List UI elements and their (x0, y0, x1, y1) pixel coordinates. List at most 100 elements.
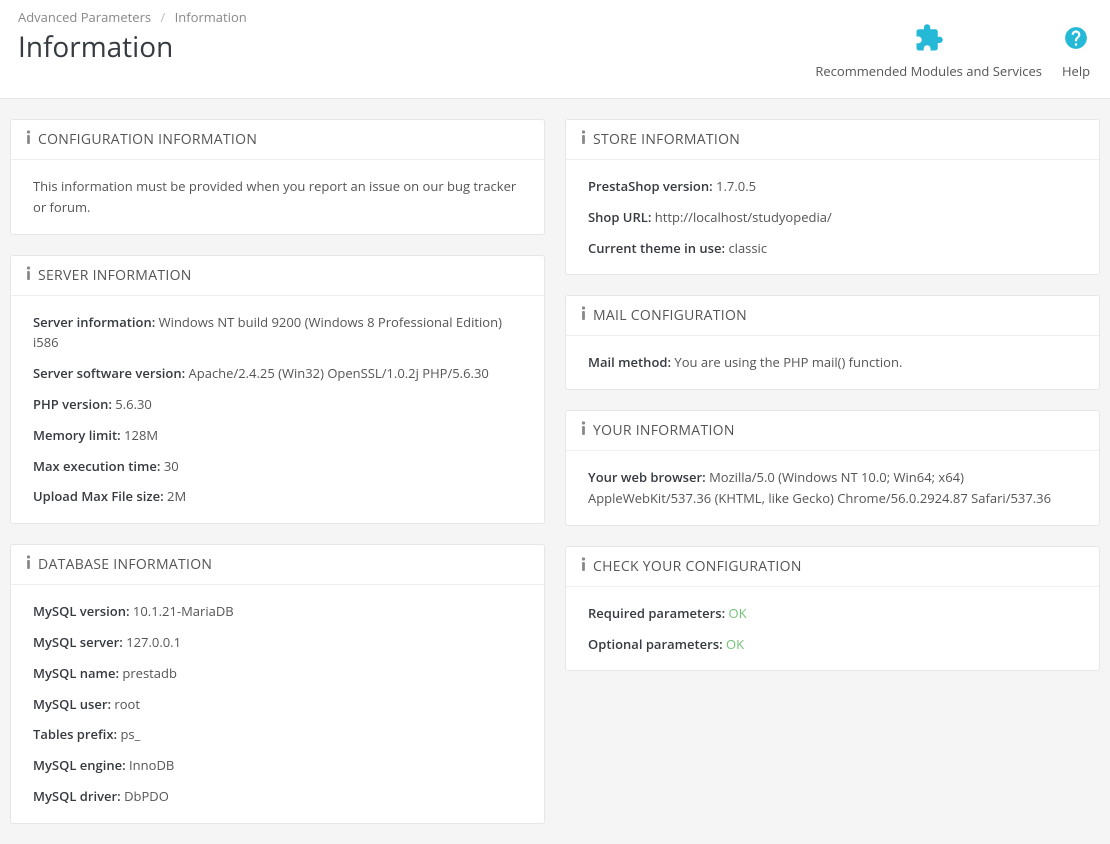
panel-title: MAIL CONFIGURATION (593, 306, 747, 325)
info-row: MySQL name: prestadb (33, 663, 522, 684)
header-actions: Recommended Modules and Services Help (815, 8, 1092, 80)
info-row: Mail method: You are using the PHP mail(… (588, 352, 1077, 373)
info-row: Your web browser: Mozilla/5.0 (Windows N… (588, 467, 1077, 509)
panel-title: CHECK YOUR CONFIGURATION (593, 557, 802, 576)
info-row: Server information: Windows NT build 920… (33, 312, 522, 354)
info-label: Shop URL: (588, 208, 651, 226)
info-icon (25, 555, 32, 574)
info-row: Max execution time: 30 (33, 456, 522, 477)
panel-heading: CONFIGURATION INFORMATION (11, 120, 544, 160)
info-label: MySQL engine: (33, 756, 126, 774)
info-label: Memory limit: (33, 426, 121, 444)
info-label: MySQL name: (33, 664, 119, 682)
panel-body: Required parameters: OK Optional paramete… (566, 587, 1099, 671)
right-column: STORE INFORMATION PrestaShop version: 1.… (565, 119, 1100, 671)
info-row: Shop URL: http://localhost/studyopedia/ (588, 207, 1077, 228)
info-row: MySQL driver: DbPDO (33, 786, 522, 807)
configuration-information-panel: CONFIGURATION INFORMATION This informati… (10, 119, 545, 235)
panel-heading: SERVER INFORMATION (11, 256, 544, 296)
your-information-panel: YOUR INFORMATION Your web browser: Mozil… (565, 410, 1100, 526)
breadcrumb-current: Information (175, 8, 247, 26)
info-row: MySQL user: root (33, 694, 522, 715)
info-icon (580, 306, 587, 325)
help-label: Help (1062, 62, 1090, 80)
database-information-panel: DATABASE INFORMATION MySQL version: 10.1… (10, 544, 545, 824)
puzzle-icon (913, 22, 945, 54)
info-row: Optional parameters: OK (588, 634, 1077, 655)
info-label: Current theme in use: (588, 239, 725, 257)
info-row: PrestaShop version: 1.7.0.5 (588, 176, 1077, 197)
info-row: Required parameters: OK (588, 603, 1077, 624)
info-icon (25, 130, 32, 149)
info-label: Your web browser: (588, 468, 706, 486)
info-icon (25, 266, 32, 285)
info-label: MySQL driver: (33, 787, 121, 805)
breadcrumb-parent[interactable]: Advanced Parameters (18, 8, 151, 26)
breadcrumb: Advanced Parameters / Information (18, 8, 815, 26)
info-value: InnoDB (129, 756, 174, 774)
info-value: prestadb (122, 664, 177, 682)
info-value: 30 (164, 457, 179, 475)
info-value: root (114, 695, 140, 713)
info-label: Tables prefix: (33, 725, 117, 743)
info-icon (580, 421, 587, 440)
breadcrumb-separator: / (160, 8, 165, 26)
config-info-text: This information must be provided when y… (33, 176, 522, 218)
info-value: ps_ (120, 725, 140, 743)
info-row: MySQL server: 127.0.0.1 (33, 632, 522, 653)
info-label: PHP version: (33, 395, 112, 413)
info-icon (580, 557, 587, 576)
info-value: You are using the PHP mail() function. (674, 353, 902, 371)
panel-heading: YOUR INFORMATION (566, 411, 1099, 451)
info-label: Server software version: (33, 364, 185, 382)
page-title: Information (18, 28, 815, 66)
panel-title: CONFIGURATION INFORMATION (38, 130, 257, 149)
info-label: Mail method: (588, 353, 671, 371)
check-configuration-panel: CHECK YOUR CONFIGURATION Required parame… (565, 546, 1100, 672)
info-value: 128M (124, 426, 158, 444)
recommended-modules-label: Recommended Modules and Services (815, 62, 1042, 80)
server-information-panel: SERVER INFORMATION Server information: W… (10, 255, 545, 525)
info-row: Upload Max File size: 2M (33, 486, 522, 507)
panel-heading: CHECK YOUR CONFIGURATION (566, 547, 1099, 587)
info-value: DbPDO (124, 787, 169, 805)
panel-title: SERVER INFORMATION (38, 266, 192, 285)
info-row: Tables prefix: ps_ (33, 724, 522, 745)
panel-body: PrestaShop version: 1.7.0.5 Shop URL: htt… (566, 160, 1099, 274)
info-value: Apache/2.4.25 (Win32) OpenSSL/1.0.2j PHP… (189, 364, 489, 382)
info-label: Server information: (33, 313, 155, 331)
panel-body: Mail method: You are using the PHP mail(… (566, 336, 1099, 389)
info-row: Server software version: Apache/2.4.25 (… (33, 363, 522, 384)
info-label: PrestaShop version: (588, 177, 713, 195)
info-icon (580, 130, 587, 149)
panel-body: This information must be provided when y… (11, 160, 544, 234)
help-button[interactable]: Help (1060, 22, 1092, 80)
info-value: http://localhost/studyopedia/ (655, 208, 832, 226)
info-value: 127.0.0.1 (126, 633, 181, 651)
info-value: classic (728, 239, 767, 257)
help-icon (1060, 22, 1092, 54)
info-row: PHP version: 5.6.30 (33, 394, 522, 415)
info-label: Required parameters: (588, 604, 725, 622)
info-label: Upload Max File size: (33, 487, 164, 505)
panel-title: DATABASE INFORMATION (38, 555, 212, 574)
info-row: MySQL version: 10.1.21-MariaDB (33, 601, 522, 622)
info-row: Memory limit: 128M (33, 425, 522, 446)
panel-heading: MAIL CONFIGURATION (566, 296, 1099, 336)
panel-heading: STORE INFORMATION (566, 120, 1099, 160)
panel-body: Your web browser: Mozilla/5.0 (Windows N… (566, 451, 1099, 525)
info-row: Current theme in use: classic (588, 238, 1077, 259)
recommended-modules-button[interactable]: Recommended Modules and Services (815, 22, 1042, 80)
info-value: 2M (167, 487, 186, 505)
store-information-panel: STORE INFORMATION PrestaShop version: 1.… (565, 119, 1100, 275)
left-column: CONFIGURATION INFORMATION This informati… (10, 119, 545, 824)
info-label: MySQL user: (33, 695, 111, 713)
page-header: Advanced Parameters / Information Inform… (0, 0, 1110, 99)
panel-body: MySQL version: 10.1.21-MariaDB MySQL serv… (11, 585, 544, 823)
mail-configuration-panel: MAIL CONFIGURATION Mail method: You are … (565, 295, 1100, 390)
content-area: CONFIGURATION INFORMATION This informati… (0, 99, 1110, 844)
panel-heading: DATABASE INFORMATION (11, 545, 544, 585)
info-row: MySQL engine: InnoDB (33, 755, 522, 776)
info-value: OK (729, 604, 747, 622)
info-label: Max execution time: (33, 457, 160, 475)
